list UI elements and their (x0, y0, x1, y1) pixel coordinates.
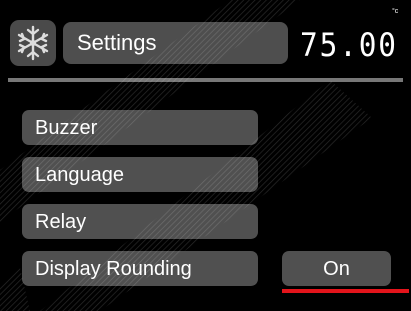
menu-item-display-rounding[interactable]: Display Rounding (22, 251, 258, 286)
menu-item-label: Buzzer (35, 117, 98, 139)
selection-underline (282, 289, 409, 293)
page-title: Settings (77, 30, 157, 55)
menu-item-label: Relay (35, 211, 87, 233)
menu-item-relay[interactable]: Relay (22, 204, 258, 239)
menu-item-label: Display Rounding (35, 258, 192, 280)
temperature-unit: °c (392, 8, 399, 15)
display-rounding-value: On (323, 258, 350, 280)
menu-item-buzzer[interactable]: Buzzer (22, 110, 258, 145)
snowflake-glyph (17, 25, 49, 61)
menu-item-label: Language (35, 164, 124, 186)
header-divider (8, 78, 403, 82)
menu-item-language[interactable]: Language (22, 157, 258, 192)
snowflake-icon[interactable] (10, 20, 56, 66)
temperature-readout: 75.00 (300, 26, 398, 64)
display-rounding-value-button[interactable]: On (282, 251, 391, 286)
device-screen: Settings 75.00 °c Buzzer Language Relay … (0, 0, 411, 311)
